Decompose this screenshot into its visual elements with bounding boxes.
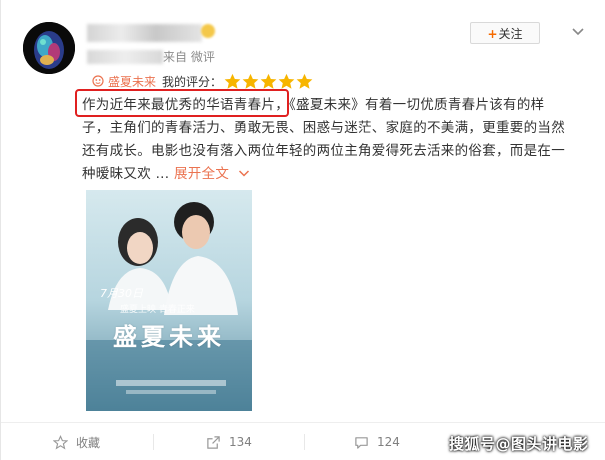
favorite-button[interactable]: 收藏 [53, 433, 100, 451]
post-time-blurred [87, 50, 163, 64]
poster-subtitle: 盛夏上映 青春正来 [120, 305, 195, 315]
share-icon [207, 435, 220, 449]
rating-label: 我的评分： [162, 74, 223, 89]
star-icon [296, 73, 313, 89]
star-icon [242, 73, 259, 89]
content-text: ，《盛夏未来》有着一切优质青春片该有的样 [275, 97, 545, 113]
star-icon [260, 73, 277, 89]
follow-button[interactable]: +关注 [470, 22, 540, 44]
chevron-down-icon[interactable] [571, 27, 585, 37]
comment-icon [355, 436, 368, 449]
highlighted-text: 作为近年来最优秀的华语青春片 [82, 97, 276, 113]
divider [153, 434, 154, 450]
content-line-4: 种暧昧又欢 ... 展开全文 [82, 163, 582, 186]
post-source: 来自 微评 [163, 50, 215, 64]
poster-title: 盛夏未来 [113, 322, 225, 351]
expand-label: 展开全文 [173, 166, 230, 182]
comment-button[interactable]: 124 [354, 433, 400, 451]
poster-date: 7月30日 [100, 287, 143, 300]
follow-label: 关注 [498, 27, 523, 41]
star-icon [278, 73, 295, 89]
movie-poster-image[interactable]: 7月30日 盛夏上映 青春正来 盛夏未来 [86, 190, 252, 411]
footer-divider [1, 422, 605, 423]
content-line-2: 子，主角们的青春活力、勇敢无畏、困惑与迷茫、家庭的不美满，更重要的当然 [82, 120, 565, 136]
watermark: 搜狐号@图头讲电影 [449, 435, 589, 453]
expand-full-text-link[interactable]: 展开全文 [174, 166, 250, 182]
post-content: 作为近年来最优秀的华语青春片，《盛夏未来》有着一切优质青春片该有的样 子，主角们… [82, 94, 582, 186]
star-outline-icon [53, 434, 68, 450]
avatar[interactable] [23, 22, 75, 74]
content-line-1: 作为近年来最优秀的华语青春片，《盛夏未来》有着一切优质青春片该有的样 [82, 94, 582, 117]
verified-badge-icon [201, 24, 215, 38]
comment-count: 124 [377, 435, 400, 449]
repost-count: 134 [229, 435, 252, 449]
weibo-post-card: 来自 微评 +关注 盛夏未来 我的评分： 作为近年来最优秀的华语青春片，《盛夏未… [0, 0, 605, 460]
rating-row: 盛夏未来 我的评分： [92, 72, 314, 90]
star-icon [224, 73, 241, 89]
username-blurred[interactable] [87, 24, 202, 42]
divider [304, 434, 305, 450]
movie-link[interactable]: 盛夏未来 [108, 73, 156, 90]
rating-stars [224, 73, 314, 90]
repost-button[interactable]: 134 [206, 433, 252, 451]
plus-icon: + [487, 27, 498, 41]
content-text: 种暧昧又欢 ... [82, 166, 170, 182]
chevron-down-icon [238, 170, 249, 177]
content-line-3: 还有成长。电影也没有落入两位年轻的两位主角爱得死去活来的俗套，而是在一 [82, 143, 565, 159]
movie-icon [92, 75, 104, 87]
favorite-label: 收藏 [76, 435, 101, 450]
